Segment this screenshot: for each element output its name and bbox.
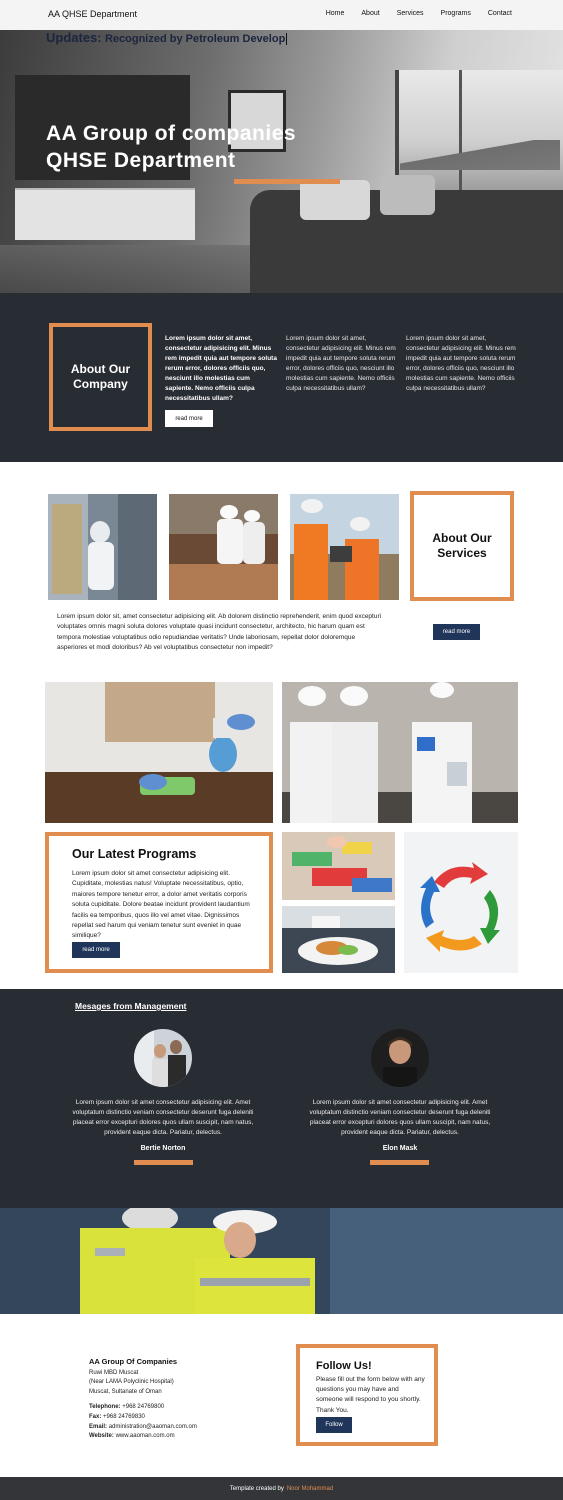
avatar [371,1029,429,1087]
about-company-heading-box: About Our Company [49,323,152,431]
footer-credit-text: Template created by [229,1485,284,1492]
top-navbar: AA QHSE Department Home About Services P… [0,0,563,30]
management-accent-bar-2 [370,1160,429,1165]
about-company-heading-line2: Company [73,377,128,391]
updates-label: Updates: [46,30,102,45]
program-image-cutting-boards [282,832,395,900]
email-label: Email: [89,1423,108,1430]
site-brand[interactable]: AA QHSE Department [48,9,137,19]
program-image-qhse-cycle [404,832,518,973]
nav-item-about[interactable]: About [361,10,379,17]
about-column-3: Lorem ipsum dolor sit amet, consectetur … [406,335,516,392]
hero-accent-bar [234,179,340,184]
services-heading-line1: About Our [432,531,492,545]
latest-programs-text: Lorem ipsum dolor sit amet consectetur a… [72,870,250,940]
latest-programs-box: Our Latest Programs Lorem ipsum dolor si… [45,832,273,973]
hero-photo-cabinet [15,188,195,240]
hero-photo-cushion [300,180,370,220]
email-row: Email: administration@aaoman.com.om [89,1423,197,1433]
telephone-label: Telephone: [89,1404,121,1411]
hero-photo-cushion [380,175,435,215]
services-read-more-button[interactable]: read more [433,624,480,640]
hero-section: Updates: Recognized by Petroleum Develop… [0,30,563,293]
telephone-row: Telephone: +968 24769800 [89,1403,197,1413]
website-label: Website: [89,1433,114,1440]
about-company-section: About Our Company Lorem ipsum dolor sit … [0,293,563,462]
nav-menu: Home About Services Programs Contact [326,10,512,17]
hero-title-line2: QHSE Department [46,149,236,172]
about-company-heading-line1: About Our [70,362,131,376]
website-row: Website: www.aaoman.com.om [89,1432,197,1442]
program-image-chefs [282,682,518,823]
management-quote-1: Lorem ipsum dolor sit amet consectetur a… [72,1099,254,1136]
hero-photo-window [395,70,563,190]
company-name: AA Group Of Companies [89,1357,178,1366]
program-image-plating [282,906,395,973]
management-name-1: Bertie Norton [140,1145,186,1152]
address-line-1: Ruwi MBD Muscat [89,1369,139,1376]
service-image-site-workers [290,494,399,600]
email-link[interactable]: administration@aaoman.com.om [109,1424,197,1430]
page-footer: Template created by Noor Mohammad [0,1477,563,1500]
nav-item-programs[interactable]: Programs [441,10,471,17]
management-accent-bar-1 [134,1160,193,1165]
avatar [134,1029,192,1087]
nav-item-contact[interactable]: Contact [488,10,512,17]
services-description: Lorem ipsum dolor sit, amet consectetur … [57,613,382,652]
about-services-heading-box: About Our Services [410,491,514,601]
nav-item-services[interactable]: Services [397,10,424,17]
hero-title: AA Group of companies QHSE Department [46,120,296,174]
follow-us-title: Follow Us! [316,1360,372,1372]
hero-photo-mountains [400,140,560,170]
programs-read-more-button[interactable]: read more [72,942,120,958]
about-read-more-button[interactable]: read more [165,410,213,427]
follow-button[interactable]: Follow [316,1417,352,1433]
company-address-block: AA Group Of Companies Ruwi MBD Muscat (N… [89,1357,197,1442]
workers-banner-image [0,1208,563,1314]
service-image-kitchen [169,494,278,600]
hero-title-line1: AA Group of companies [46,122,297,145]
typing-cursor [286,32,288,45]
telephone-value: +968 24769800 [122,1404,165,1411]
about-column-1: Lorem ipsum dolor sit amet, consectetur … [165,335,277,402]
website-link[interactable]: www.aaoman.com.om [116,1433,175,1439]
address-line-2: (Near LAMA Polyclinic Hospital) [89,1379,174,1386]
footer-author-link[interactable]: Noor Mohammad [287,1486,333,1492]
management-quote-2: Lorem ipsum dolor sit amet consectetur a… [309,1099,491,1136]
management-section: Mesages from Management Lorem ipsum dolo… [0,989,563,1208]
management-name-2: Elon Mask [382,1145,418,1152]
about-column-2: Lorem ipsum dolor sit amet, consectetur … [286,335,396,392]
follow-us-box: Follow Us! Please fill out the form belo… [296,1344,438,1446]
service-image-disinfection [48,494,157,600]
services-heading-line2: Services [437,546,487,560]
updates-text: Recognized by Petroleum Develop [104,33,286,45]
updates-ticker: Updates: Recognized by Petroleum Develop [46,30,288,45]
address-line-3: Muscat, Sultanate of Oman [89,1388,162,1395]
latest-programs-title: Our Latest Programs [72,847,197,861]
program-image-cleaning [45,682,273,823]
nav-item-home[interactable]: Home [326,10,345,17]
follow-us-text: Please fill out the form below with any … [316,1376,425,1414]
fax-row: Fax: +968 24769830 [89,1413,197,1423]
fax-value: +968 24769830 [103,1413,145,1420]
management-title[interactable]: Mesages from Management [75,1001,186,1011]
fax-label: Fax: [89,1413,102,1420]
